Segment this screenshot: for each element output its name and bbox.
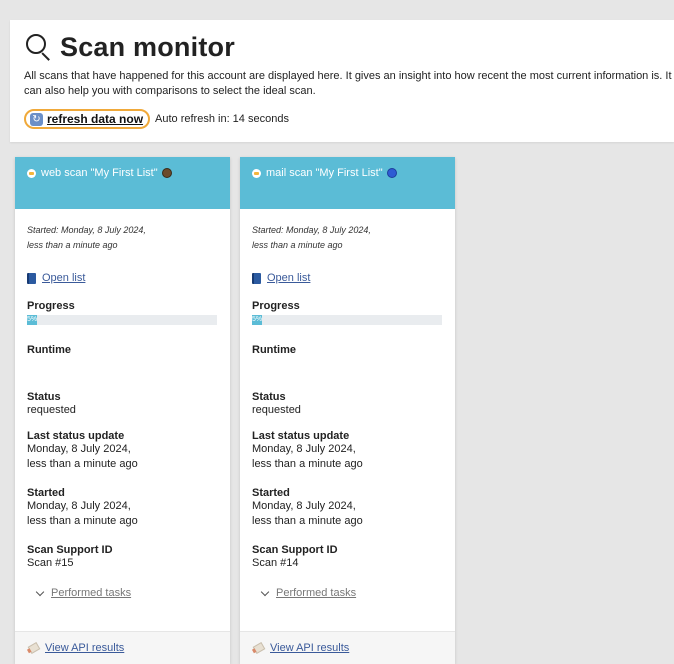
view-api-results-link[interactable]: View API results xyxy=(240,631,455,664)
performed-tasks-toggle[interactable]: Performed tasks xyxy=(252,587,443,599)
view-api-results-link[interactable]: View API results xyxy=(15,631,230,664)
api-tag-icon xyxy=(27,642,41,654)
scan-support-id-label: Scan Support ID xyxy=(27,544,113,556)
scan-support-id-value: Scan #15 xyxy=(27,557,74,569)
performed-tasks-toggle[interactable]: Performed tasks xyxy=(27,587,218,599)
runtime-label: Runtime xyxy=(27,344,71,356)
scan-card-header: web scan "My First List" xyxy=(15,157,230,209)
web-scan-icon xyxy=(161,168,172,178)
scan-monitor-header: Scan monitor All scans that have happene… xyxy=(10,20,674,142)
progress-label: Progress xyxy=(27,300,75,312)
view-api-results-label: View API results xyxy=(45,642,125,654)
scan-card-title: mail scan "My First List" xyxy=(266,167,383,179)
last-status-update-label: Last status update xyxy=(252,430,350,442)
last-status-update-relative: less than a minute ago xyxy=(27,458,138,470)
scan-status-dot-icon xyxy=(252,169,261,178)
scan-card-title: web scan "My First List" xyxy=(41,167,158,179)
open-list-label: Open list xyxy=(267,272,311,284)
started-label: Started xyxy=(252,487,290,499)
book-icon xyxy=(252,272,261,284)
scan-card-body: Started: Monday, 8 July 2024, less than … xyxy=(240,209,455,599)
started-relative: less than a minute ago xyxy=(27,515,138,527)
open-list-link[interactable]: Open list xyxy=(252,272,443,284)
scan-support-id-value: Scan #14 xyxy=(252,557,299,569)
progress-bar: 5% xyxy=(27,315,217,325)
started-date: Monday, 8 July 2024, xyxy=(27,500,131,512)
performed-tasks-label: Performed tasks xyxy=(51,587,132,599)
last-status-update-date: Monday, 8 July 2024, xyxy=(252,443,356,455)
last-status-update-relative: less than a minute ago xyxy=(252,458,363,470)
book-icon xyxy=(27,272,36,284)
scan-card-header: mail scan "My First List" xyxy=(240,157,455,209)
progress-fill: 5% xyxy=(27,315,38,325)
refresh-row: ↻ refresh data now Auto refresh in: 14 s… xyxy=(24,109,664,129)
progress-label: Progress xyxy=(252,300,300,312)
performed-tasks-label: Performed tasks xyxy=(276,587,357,599)
magnifier-icon xyxy=(26,34,52,62)
started-summary-relative: less than a minute ago xyxy=(252,240,343,250)
progress-fill: 5% xyxy=(252,315,263,325)
started-summary: Started: Monday, 8 July 2024, xyxy=(252,225,371,235)
started-summary-relative: less than a minute ago xyxy=(27,240,118,250)
runtime-label: Runtime xyxy=(252,344,296,356)
view-api-results-label: View API results xyxy=(270,642,350,654)
chevron-down-icon xyxy=(260,587,270,596)
last-status-update-date: Monday, 8 July 2024, xyxy=(27,443,131,455)
last-status-update-label: Last status update xyxy=(27,430,125,442)
started-relative: less than a minute ago xyxy=(252,515,363,527)
status-label: Status xyxy=(252,391,286,403)
scan-support-id-label: Scan Support ID xyxy=(252,544,338,556)
status-value: requested xyxy=(252,404,301,416)
open-list-label: Open list xyxy=(42,272,86,284)
scan-card: web scan "My First List" Started: Monday… xyxy=(15,157,230,664)
open-list-link[interactable]: Open list xyxy=(27,272,218,284)
scan-status-dot-icon xyxy=(27,169,36,178)
title-row: Scan monitor xyxy=(24,30,664,64)
api-tag-icon xyxy=(252,642,266,654)
status-label: Status xyxy=(27,391,61,403)
scan-card: mail scan "My First List" Started: Monda… xyxy=(240,157,455,664)
scan-card-body: Started: Monday, 8 July 2024, less than … xyxy=(15,209,230,599)
refresh-data-button[interactable]: ↻ refresh data now xyxy=(24,109,151,129)
status-value: requested xyxy=(27,404,76,416)
page-title: Scan monitor xyxy=(60,31,235,62)
refresh-button-label: refresh data now xyxy=(47,112,144,126)
started-date: Monday, 8 July 2024, xyxy=(252,500,356,512)
progress-bar: 5% xyxy=(252,315,442,325)
mail-scan-icon xyxy=(386,168,397,178)
started-label: Started xyxy=(27,487,65,499)
chevron-down-icon xyxy=(35,587,45,596)
started-summary: Started: Monday, 8 July 2024, xyxy=(27,225,146,235)
refresh-icon: ↻ xyxy=(30,112,43,126)
auto-refresh-countdown: Auto refresh in: 14 seconds xyxy=(155,113,289,125)
page-description: All scans that have happened for this ac… xyxy=(24,70,672,97)
